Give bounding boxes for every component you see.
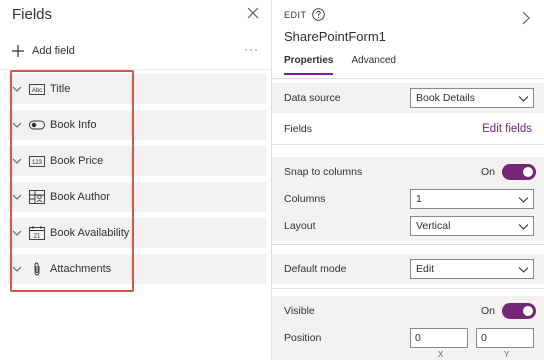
fields-row: Fields Edit fields [272, 114, 544, 144]
data-source-select[interactable]: Book Details [410, 88, 534, 108]
divider [272, 288, 544, 289]
more-options-icon[interactable]: ··· [244, 42, 259, 56]
position-x-input[interactable]: 0 [410, 328, 468, 348]
chevron-right-icon[interactable] [520, 10, 532, 26]
field-item-book-price[interactable]: 123 Book Price [8, 146, 266, 176]
snap-to-columns-toggle[interactable]: On [481, 164, 536, 180]
chevron-down-icon[interactable] [11, 155, 23, 167]
field-label: Book Availability [50, 227, 130, 239]
layout-label: Layout [284, 220, 316, 232]
snap-to-columns-row: Snap to columns On [272, 157, 544, 187]
form-name: SharePointForm1 [284, 29, 386, 44]
columns-label: Columns [284, 193, 326, 205]
field-label: Book Info [50, 119, 97, 131]
properties-panel: EDIT SharePointForm1 Properties Advanced… [272, 0, 544, 360]
paperclip-icon [29, 262, 45, 276]
position-x-axis-label: X [438, 350, 444, 359]
tab-bar: Properties Advanced [284, 55, 414, 75]
divider [272, 78, 544, 79]
position-row: Position 0 0 X Y [272, 323, 544, 360]
columns-row: Columns 1 [272, 184, 544, 214]
default-mode-select[interactable]: Edit [410, 259, 534, 279]
position-y-axis-label: Y [504, 350, 510, 359]
field-item-attachments[interactable]: Attachments [8, 254, 266, 284]
default-mode-label: Default mode [284, 263, 347, 275]
layout-select[interactable]: Vertical [410, 216, 534, 236]
data-source-label: Data source [284, 92, 341, 104]
snap-to-columns-label: Snap to columns [284, 166, 363, 178]
position-y-value: 0 [481, 332, 487, 344]
edit-heading: EDIT [284, 8, 325, 21]
svg-text:21: 21 [34, 234, 41, 240]
abc-text-icon: Abc [29, 82, 45, 96]
chevron-down-icon[interactable] [11, 191, 23, 203]
position-x-value: 0 [415, 332, 421, 344]
fields-label: Fields [284, 123, 313, 135]
chevron-down-icon[interactable] [11, 83, 23, 95]
toggle-field-icon [29, 118, 45, 132]
toggle-state-label: On [480, 305, 495, 317]
layout-value: Vertical [416, 220, 451, 232]
field-item-book-availability[interactable]: 21 Book Availability [8, 218, 266, 248]
add-field-label: Add field [32, 45, 75, 57]
svg-text:123: 123 [32, 160, 43, 166]
field-list: Abc Title Book Info 123 Book Price Book … [8, 74, 266, 290]
chevron-down-icon [518, 224, 529, 230]
chevron-down-icon[interactable] [11, 119, 23, 131]
help-icon[interactable] [311, 8, 325, 21]
visible-toggle[interactable]: On [481, 303, 536, 319]
close-icon[interactable] [245, 5, 261, 21]
visible-row: Visible On [272, 296, 544, 326]
divider [0, 69, 271, 70]
field-item-book-info[interactable]: Book Info [8, 110, 266, 140]
position-label: Position [284, 332, 322, 344]
default-mode-row: Default mode Edit [272, 254, 544, 284]
visible-label: Visible [284, 305, 315, 317]
toggle-switch[interactable] [502, 164, 536, 180]
toggle-state-label: On [480, 166, 495, 178]
field-item-title[interactable]: Abc Title [8, 74, 266, 104]
person-grid-icon [29, 190, 45, 204]
calendar-21-icon: 21 [29, 226, 45, 240]
svg-text:Abc: Abc [32, 88, 42, 94]
columns-value: 1 [416, 193, 422, 205]
tab-properties[interactable]: Properties [284, 55, 334, 75]
fields-panel: Fields Add field ··· Abc Title Book Info… [0, 0, 272, 360]
chevron-down-icon [518, 267, 529, 273]
divider [272, 144, 544, 145]
field-item-book-author[interactable]: Book Author [8, 182, 266, 212]
number-123-icon: 123 [29, 154, 45, 168]
add-field-button[interactable]: Add field [10, 40, 75, 62]
default-mode-value: Edit [416, 263, 435, 275]
divider [272, 244, 544, 245]
edit-fields-link[interactable]: Edit fields [482, 123, 532, 135]
chevron-down-icon [518, 96, 529, 102]
layout-row: Layout Vertical [272, 211, 544, 241]
toggle-switch[interactable] [502, 303, 536, 319]
plus-icon [12, 45, 24, 57]
field-label: Book Price [50, 155, 104, 167]
chevron-down-icon[interactable] [11, 227, 23, 239]
chevron-down-icon [518, 197, 529, 203]
app-root: Fields Add field ··· Abc Title Book Info… [0, 0, 544, 360]
fields-panel-title: Fields [12, 6, 53, 23]
data-source-value: Book Details [416, 92, 475, 104]
field-label: Title [50, 83, 71, 95]
tab-advanced[interactable]: Advanced [351, 55, 395, 75]
position-y-input[interactable]: 0 [476, 328, 534, 348]
chevron-down-icon[interactable] [11, 263, 23, 275]
field-label: Attachments [50, 263, 112, 275]
edit-label: EDIT [284, 9, 307, 20]
columns-select[interactable]: 1 [410, 189, 534, 209]
field-label: Book Author [50, 191, 110, 203]
data-source-row: Data source Book Details [272, 83, 544, 113]
